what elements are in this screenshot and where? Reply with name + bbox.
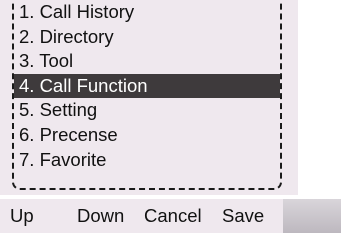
phone-screen: 1. Call History 2. Directory 3. Tool 4. … <box>0 0 341 243</box>
menu-item-tool[interactable]: 3. Tool <box>14 49 280 74</box>
up-softkey[interactable]: Up <box>10 199 34 233</box>
menu-item-call-function[interactable]: 4. Call Function <box>14 73 280 99</box>
menu-item-favorite[interactable]: 7. Favorite <box>14 148 280 173</box>
menu-item-call-history[interactable]: 1. Call History <box>14 0 280 25</box>
menu-item-directory[interactable]: 2. Directory <box>14 25 280 50</box>
main-menu-list: 1. Call History 2. Directory 3. Tool 4. … <box>14 0 280 172</box>
menu-item-setting[interactable]: 5. Setting <box>14 98 280 123</box>
save-softkey[interactable]: Save <box>222 199 264 233</box>
down-softkey[interactable]: Down <box>77 199 124 233</box>
menu-item-precense[interactable]: 6. Precense <box>14 123 280 148</box>
cancel-softkey[interactable]: Cancel <box>144 199 202 233</box>
